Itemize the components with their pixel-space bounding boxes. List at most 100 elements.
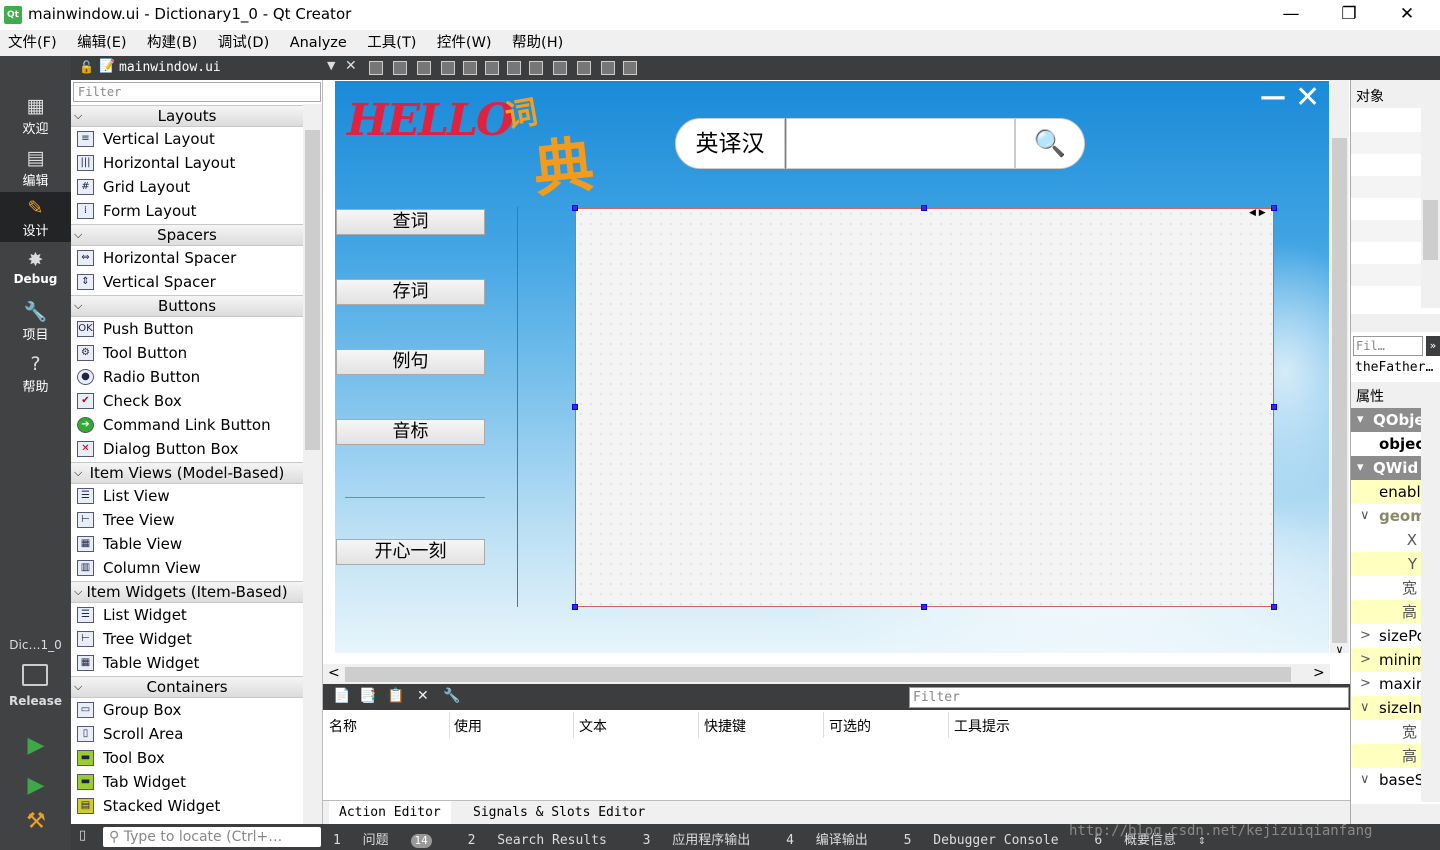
widget-tree-view[interactable]: ⊢ Tree View [71, 508, 303, 532]
column-header-text[interactable]: 文本 [579, 716, 607, 736]
close-icon[interactable]: ✕ [345, 58, 357, 74]
property-geometry-height[interactable]: 高 [1351, 600, 1421, 624]
nav-phonetic-button[interactable]: 音标 [336, 419, 485, 445]
resize-handle[interactable] [572, 604, 578, 610]
widget-tool-button[interactable]: ⚙ Tool Button [71, 341, 303, 365]
layout-form-tool[interactable] [553, 61, 567, 75]
object-column-header[interactable]: 对象 [1351, 80, 1440, 108]
widget-table-widget[interactable]: ▦ Table Widget [71, 651, 303, 675]
mode-design[interactable]: ✎ 设计 [0, 192, 71, 242]
column-header-name[interactable]: 名称 [329, 716, 357, 736]
resize-handle[interactable] [1271, 404, 1277, 410]
property-geometry[interactable]: ∨ geom [1351, 504, 1421, 528]
locator-input[interactable]: ⚲ Type to locate (Ctrl+… [103, 827, 321, 847]
mode-welcome[interactable]: ▦ 欢迎 [0, 90, 71, 140]
widget-tool-box[interactable]: ▬ Tool Box [71, 746, 303, 770]
resize-handle[interactable] [572, 205, 578, 211]
translate-direction-button[interactable]: 英译汉 [675, 118, 785, 169]
widget-column-view[interactable]: ▥ Column View [71, 556, 303, 580]
column-header-shortcut[interactable]: 快捷键 [704, 716, 746, 736]
widget-list-view[interactable]: ☰ List View [71, 484, 303, 508]
property-group-qobject[interactable]: QObje [1351, 408, 1421, 432]
minimize-button[interactable]: — [1262, 0, 1320, 30]
widget-table-view[interactable]: ▦ Table View [71, 532, 303, 556]
object-row[interactable] [1351, 154, 1421, 176]
object-row[interactable] [1351, 264, 1421, 286]
category-spacers[interactable]: Spacers [71, 224, 303, 246]
menu-tools[interactable]: 工具(T) [359, 30, 424, 56]
widget-stacked-widget[interactable]: ▤ Stacked Widget [71, 794, 303, 818]
column-header-checkable[interactable]: 可选的 [829, 716, 871, 736]
property-sizeincrement[interactable]: ∨ sizeIn [1351, 696, 1421, 720]
column-header-used[interactable]: 使用 [454, 716, 482, 736]
widget-form-layout[interactable]: ⁞ Form Layout [71, 199, 303, 223]
menu-edit[interactable]: 编辑(E) [69, 30, 134, 56]
property-group-qwidget[interactable]: QWid [1351, 456, 1421, 480]
widget-list-widget[interactable]: ☰ List Widget [71, 603, 303, 627]
category-item-widgets[interactable]: Item Widgets (Item-Based) [71, 581, 303, 603]
property-minimumsize[interactable]: > minim [1351, 648, 1421, 672]
object-inspector-scroll-thumb[interactable] [1423, 200, 1438, 260]
search-button[interactable]: 🔍 [1015, 118, 1085, 169]
category-buttons[interactable]: Buttons [71, 295, 303, 317]
object-inspector-hscrollbar[interactable] [1351, 314, 1440, 332]
edit-tab-order-tool[interactable] [441, 61, 455, 75]
resize-handle[interactable] [921, 205, 927, 211]
property-editor-hscrollbar[interactable] [1351, 804, 1440, 824]
widget-check-box[interactable]: ✔ Check Box [71, 389, 303, 413]
build-hammer-button[interactable]: ⚒ [22, 808, 50, 836]
new-action-icon[interactable]: 📄 [333, 688, 350, 704]
property-objectname[interactable]: objec [1351, 432, 1421, 456]
layout-splitter-v-tool[interactable] [529, 61, 543, 75]
category-item-views[interactable]: Item Views (Model-Based) [71, 462, 303, 484]
category-layouts[interactable]: Layouts [71, 105, 303, 127]
nav-lookup-button[interactable]: 查词 [336, 209, 485, 235]
column-header-tooltip[interactable]: 工具提示 [954, 716, 1010, 736]
paste-action-icon[interactable]: 📋 [387, 688, 404, 704]
widget-group-box[interactable]: ▭ Group Box [71, 698, 303, 722]
widget-radio-button[interactable]: ● Radio Button [71, 365, 303, 389]
property-maximumsize[interactable]: > maxir [1351, 672, 1421, 696]
widget-scroll-area[interactable]: ▯ Scroll Area [71, 722, 303, 746]
category-containers[interactable]: Containers [71, 676, 303, 698]
break-layout-tool[interactable] [601, 61, 615, 75]
menu-debug[interactable]: 调试(D) [210, 30, 277, 56]
widget-grid-layout[interactable]: # Grid Layout [71, 175, 303, 199]
delete-action-icon[interactable]: ✕ [417, 688, 429, 704]
chevron-down-icon[interactable]: ∨ [1330, 643, 1349, 656]
restore-button[interactable]: ❐ [1320, 0, 1378, 30]
nav-examples-button[interactable]: 例句 [336, 349, 485, 375]
menu-analyze[interactable]: Analyze [282, 30, 355, 56]
widget-vertical-layout[interactable]: ≡ Vertical Layout [71, 127, 303, 151]
debug-run-button[interactable]: ▶ [22, 772, 50, 800]
property-filter-input[interactable]: Fil… [1353, 336, 1423, 356]
monitor-icon[interactable] [22, 664, 48, 686]
widget-push-button[interactable]: OK Push Button [71, 317, 303, 341]
widget-horizontal-layout[interactable]: ||| Horizontal Layout [71, 151, 303, 175]
resize-handle[interactable] [572, 404, 578, 410]
chevron-right-icon[interactable]: » [1426, 336, 1440, 356]
search-input[interactable] [786, 118, 1015, 169]
resize-handle[interactable] [1271, 205, 1277, 211]
tab-action-editor[interactable]: Action Editor [329, 801, 451, 825]
property-geometry-y[interactable]: Y [1351, 552, 1421, 576]
property-editor-scrollbar[interactable] [1421, 382, 1440, 802]
chevron-down-icon[interactable]: ▼ [327, 59, 335, 72]
object-row[interactable] [1351, 132, 1421, 154]
layout-grid-tool[interactable] [577, 61, 591, 75]
output-tab-debugger-console[interactable]: 5 Debugger Console [904, 833, 1073, 848]
mode-edit[interactable]: ▤ 编辑 [0, 142, 71, 192]
form-minimize-button[interactable]: — [1260, 84, 1286, 110]
edit-widgets-tool[interactable] [369, 61, 383, 75]
mode-projects[interactable]: 🔧 项目 [0, 296, 71, 346]
menu-file[interactable]: 文件(F) [0, 30, 65, 56]
widget-horizontal-spacer[interactable]: ⇔ Horizontal Spacer [71, 246, 303, 270]
output-tab-search-results[interactable]: 2 Search Results [468, 833, 621, 848]
menu-help[interactable]: 帮助(H) [504, 30, 571, 56]
mode-debug[interactable]: ✸ Debug [0, 244, 71, 294]
property-sizepolicy[interactable]: > sizePo [1351, 624, 1421, 648]
layout-splitter-h-tool[interactable] [507, 61, 521, 75]
adjust-size-tool[interactable] [623, 61, 637, 75]
chevron-right-icon[interactable]: > [1313, 665, 1325, 681]
edit-signals-tool[interactable] [393, 61, 407, 75]
